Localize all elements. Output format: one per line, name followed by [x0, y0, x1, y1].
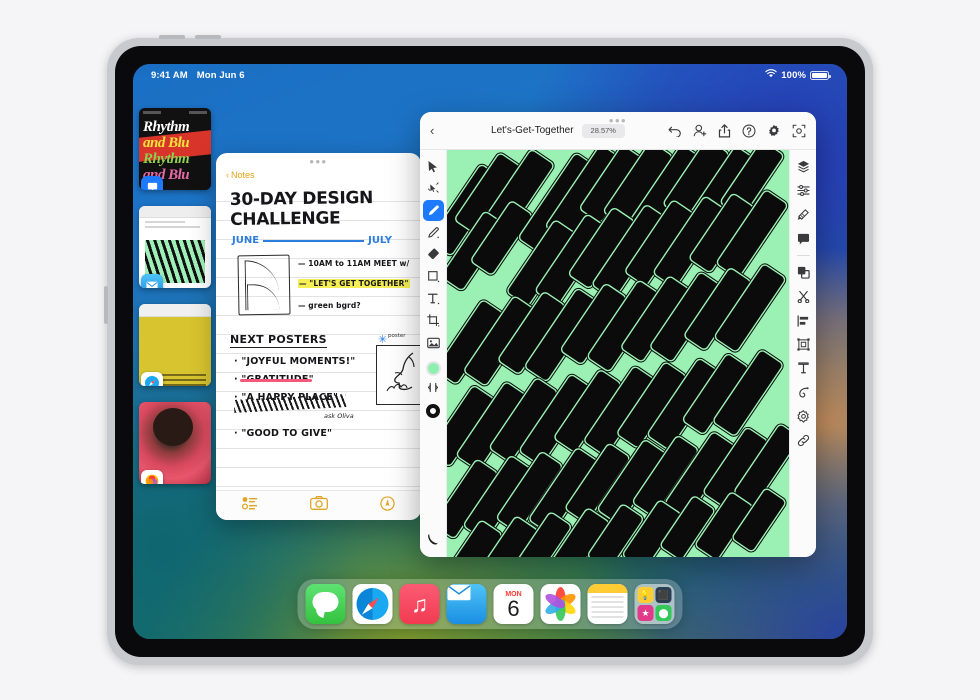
pen-tool[interactable]: [422, 200, 444, 221]
notes-paper[interactable]: 30-DAY DESIGN CHALLENGE JUNE JULY — 10AM…: [216, 183, 421, 490]
notes-window[interactable]: ••• ‹ Notes 30-DAY DESIGN CHALLENGE JUNE…: [216, 153, 421, 520]
poster-idea-3: · "GOOD TO GIVE": [234, 428, 333, 439]
drawing-tool-palette: [420, 150, 447, 557]
pencil-tool[interactable]: [423, 222, 444, 243]
notes-back-label: Notes: [231, 170, 255, 180]
folder-app-tips: 💡: [637, 587, 654, 603]
status-time: 9:41 AM: [151, 69, 188, 81]
photos-icon: [141, 470, 163, 484]
markup-icon[interactable]: [380, 495, 395, 516]
dock-mail[interactable]: [446, 584, 487, 624]
power-button[interactable]: [104, 286, 108, 324]
eraser-tool[interactable]: [423, 244, 444, 265]
dock-folder[interactable]: 💡 ⬛ ★ ⬤: [634, 584, 675, 624]
stage-card-mail[interactable]: [139, 206, 211, 288]
fill-color-swatch[interactable]: [425, 361, 441, 376]
add-collaborator-icon[interactable]: [693, 124, 707, 137]
stage-manager-strip: Rhythm and Blu Rhythm and Blu: [139, 108, 215, 500]
crop-tool[interactable]: [423, 310, 444, 331]
keynote-icon: [141, 176, 163, 190]
checklist-icon[interactable]: [241, 496, 258, 515]
volume-down-button[interactable]: [195, 35, 221, 39]
dock-calendar[interactable]: MON 6: [493, 584, 534, 624]
note-month-range: JUNE JULY: [232, 235, 392, 246]
note-bullet-2: — green bgrd?: [298, 301, 361, 310]
status-bar: 9:41 AM Mon Jun 6 100%: [133, 64, 847, 86]
note-section-heading: NEXT POSTERS: [230, 333, 327, 348]
drawing-right-panel: [789, 150, 816, 557]
pen-pressure-icon[interactable]: [423, 528, 444, 549]
stroke-color-swatch[interactable]: [426, 404, 440, 418]
folder-app-shortcuts: ⬛: [655, 587, 672, 603]
text-style-icon[interactable]: [793, 358, 814, 379]
dock-safari[interactable]: [352, 584, 393, 624]
sketch-label: poster: [388, 333, 406, 339]
notes-back-button[interactable]: ‹ Notes: [226, 170, 255, 180]
dock-photos[interactable]: [540, 584, 581, 624]
transform-icon[interactable]: [793, 334, 814, 355]
stage-card-keynote[interactable]: Rhythm and Blu Rhythm and Blu: [139, 108, 211, 190]
device-bezel: 9:41 AM Mon Jun 6 100% Rhythm and Blu Rh…: [115, 46, 865, 657]
shape-tool[interactable]: [423, 266, 444, 287]
preview-icon[interactable]: [792, 124, 806, 138]
select-tool[interactable]: [423, 156, 444, 177]
status-date: Mon Jun 6: [196, 69, 245, 81]
window-grabber-icon[interactable]: •••: [609, 114, 627, 127]
text-tool[interactable]: [423, 288, 444, 309]
drawing-canvas[interactable]: [447, 150, 789, 557]
poster-idea-0: · "JOYFUL MOMENTS!": [234, 356, 356, 367]
note-bullet-0: — 10AM to 11AM MEET w/: [298, 259, 410, 268]
camera-icon[interactable]: [310, 496, 328, 515]
face-sketch: [376, 345, 421, 405]
effects-icon[interactable]: [793, 406, 814, 427]
chevron-left-icon: ‹: [226, 170, 229, 180]
panel-divider: [796, 255, 810, 256]
scissors-icon[interactable]: [793, 286, 814, 307]
brush-library-icon[interactable]: [793, 204, 814, 225]
battery-icon: [810, 70, 831, 80]
note-bullet-1: — "LET'S GET TOGETHER": [298, 279, 410, 288]
mail-icon: [141, 274, 163, 288]
notes-toolbar: [216, 490, 421, 520]
drawing-app-window[interactable]: ••• ‹ Let's-Get-Together 28.57%: [420, 112, 816, 557]
stage-card-photos[interactable]: [139, 402, 211, 484]
volume-up-button[interactable]: [159, 35, 185, 39]
path-icon[interactable]: [793, 382, 814, 403]
device-screen: 9:41 AM Mon Jun 6 100% Rhythm and Blu Rh…: [133, 64, 847, 639]
comments-icon[interactable]: [793, 228, 814, 249]
node-select-tool[interactable]: [423, 178, 444, 199]
align-icon[interactable]: [793, 310, 814, 331]
note-title: 30-DAY DESIGN CHALLENGE: [229, 188, 374, 230]
safari-icon: [141, 372, 163, 386]
undo-icon[interactable]: [668, 125, 682, 137]
toolbar-icons: [668, 123, 806, 138]
image-tool[interactable]: [423, 332, 444, 353]
folder-app-phone: ⬤: [655, 605, 672, 621]
help-icon[interactable]: [742, 124, 756, 138]
window-grabber-icon[interactable]: •••: [309, 155, 327, 168]
duplicate-icon[interactable]: [793, 262, 814, 283]
wifi-icon: [765, 69, 777, 81]
battery-percent: 100%: [781, 69, 806, 81]
align-icon[interactable]: [423, 377, 444, 398]
document-title: Let's-Get-Together: [491, 125, 574, 136]
share-icon[interactable]: [718, 123, 731, 138]
dock-notes[interactable]: [587, 584, 628, 624]
dock-music[interactable]: ♫: [399, 584, 440, 624]
document-title-area: Let's-Get-Together 28.57%: [448, 123, 668, 138]
note-annotation: ask Oliva: [324, 412, 354, 420]
ipad-device: 9:41 AM Mon Jun 6 100% Rhythm and Blu Rh…: [104, 35, 873, 665]
layers-icon[interactable]: [793, 156, 814, 177]
dock-messages[interactable]: [305, 584, 346, 624]
folder-app-store: ★: [637, 605, 654, 621]
calendar-day: 6: [507, 595, 520, 621]
link-icon[interactable]: [793, 430, 814, 451]
pink-underline: [240, 379, 312, 382]
adjustments-icon[interactable]: [793, 180, 814, 201]
dock: ♫ MON 6 💡 ⬛ ★ ⬤: [297, 579, 683, 629]
settings-icon[interactable]: [767, 124, 781, 138]
poster-sketch-frame: [237, 254, 291, 316]
stage-card-safari[interactable]: [139, 304, 211, 386]
chevron-left-icon[interactable]: ‹: [430, 123, 448, 138]
